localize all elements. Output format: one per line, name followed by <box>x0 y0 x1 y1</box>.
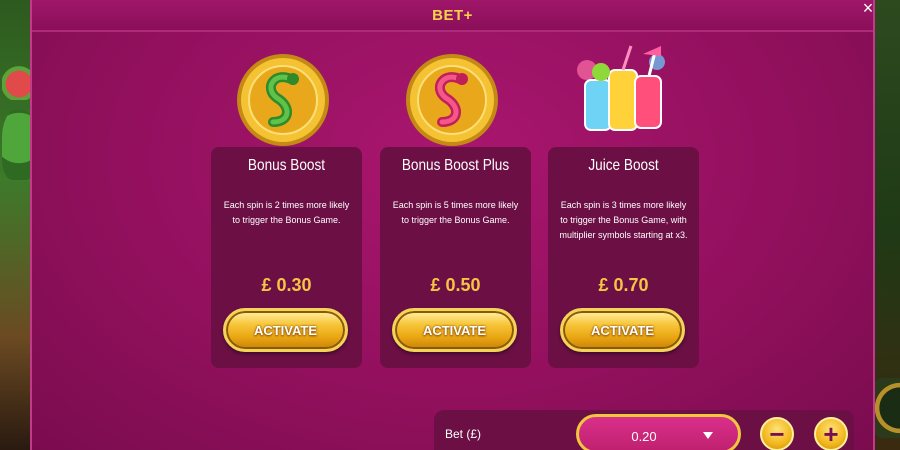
bonus-boost-plus-card: Bonus Boost Plus Each spin is 5 times mo… <box>380 147 531 368</box>
juice-boost-card: Juice Boost Each spin is 3 times more li… <box>548 147 699 368</box>
card-description: Each spin is 5 times more likely to trig… <box>392 200 519 225</box>
card-title: Juice Boost <box>588 157 659 174</box>
pink-snake-coin-icon <box>406 54 498 146</box>
increase-bet-button[interactable]: + <box>814 417 848 450</box>
bonus-boost-card: Bonus Boost Each spin is 2 times more li… <box>211 147 362 368</box>
green-snake-coin-icon <box>237 54 329 146</box>
bet-amount-select[interactable]: 0.20 <box>576 414 741 450</box>
card-title: Bonus Boost <box>247 157 326 174</box>
activate-button-bonus-boost[interactable]: ACTIVATE <box>223 308 348 352</box>
activate-label: ACTIVATE <box>253 322 318 338</box>
decrease-bet-button[interactable]: − <box>760 417 794 450</box>
card-description: Each spin is 3 times more likely to trig… <box>559 200 688 240</box>
activate-label: ACTIVATE <box>590 322 655 338</box>
card-title: Bonus Boost Plus <box>401 157 510 174</box>
juice-drinks-icon <box>577 45 665 131</box>
modal-title: BET+ <box>432 6 473 24</box>
card-price: £ 0.30 <box>261 275 312 295</box>
bet-label: Bet (£) <box>445 427 482 441</box>
card-price: £ 0.50 <box>430 275 481 295</box>
card-price: £ 0.70 <box>598 275 649 295</box>
bet-bar: Bet (£) 0.20 − + <box>434 410 854 450</box>
card-description: Each spin is 2 times more likely to trig… <box>223 200 350 225</box>
activate-label: ACTIVATE <box>422 322 487 338</box>
minus-icon: − <box>769 419 785 449</box>
activate-button-juice-boost[interactable]: ACTIVATE <box>560 308 685 352</box>
close-icon[interactable]: × <box>855 0 881 18</box>
chevron-down-icon <box>703 432 713 439</box>
bet-value: 0.20 <box>631 429 657 444</box>
plus-icon: + <box>823 419 839 449</box>
modal-header: BET+ <box>32 0 873 32</box>
bet-plus-modal: BET+ Bonus Boost Each spin is 2 times mo… <box>30 0 875 450</box>
activate-button-bonus-boost-plus[interactable]: ACTIVATE <box>392 308 517 352</box>
